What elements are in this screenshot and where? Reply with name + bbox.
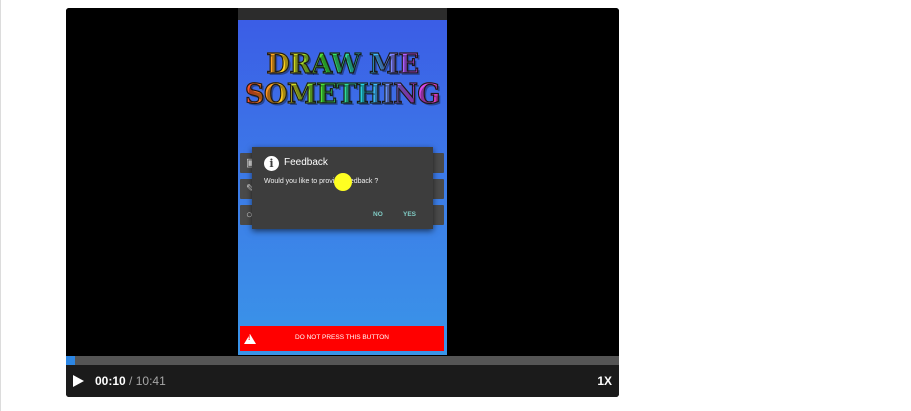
time-display: 00:10 / 10:41 [95,374,166,388]
current-time: 00:10 [95,374,126,388]
page-left-border [0,0,1,411]
dialog-message: Would you like to provide feedback ? [264,178,379,185]
dialog-yes-button[interactable]: YES [403,211,416,218]
dialog-no-button[interactable]: NO [373,211,383,218]
progress-fill [66,356,75,365]
do-not-press-button[interactable]: ! DO NOT PRESS THIS BUTTON [240,326,444,351]
phone-status-bar [238,8,447,20]
play-icon[interactable] [73,375,84,387]
time-separator: / [129,374,133,388]
touch-indicator [334,173,352,191]
phone-screen: DRAW ME SOMETHING ▣ ✎ ○ i Feedback Would… [238,8,447,355]
progress-bar[interactable] [66,356,619,365]
do-not-press-label: DO NOT PRESS THIS BUTTON [295,334,389,341]
dialog-title: Feedback [284,157,328,168]
app-title-line-1: DRAW ME [238,49,447,80]
duration: 10:41 [135,374,166,388]
video-player: DRAW ME SOMETHING ▣ ✎ ○ i Feedback Would… [66,8,619,397]
playback-speed-button[interactable]: 1X [597,374,612,388]
app-title: DRAW ME SOMETHING [238,49,447,110]
video-frame[interactable]: DRAW ME SOMETHING ▣ ✎ ○ i Feedback Would… [66,8,619,355]
app-title-line-2: SOMETHING [238,79,447,110]
info-icon: i [264,156,279,171]
player-controls: 00:10 / 10:41 1X [66,365,619,397]
